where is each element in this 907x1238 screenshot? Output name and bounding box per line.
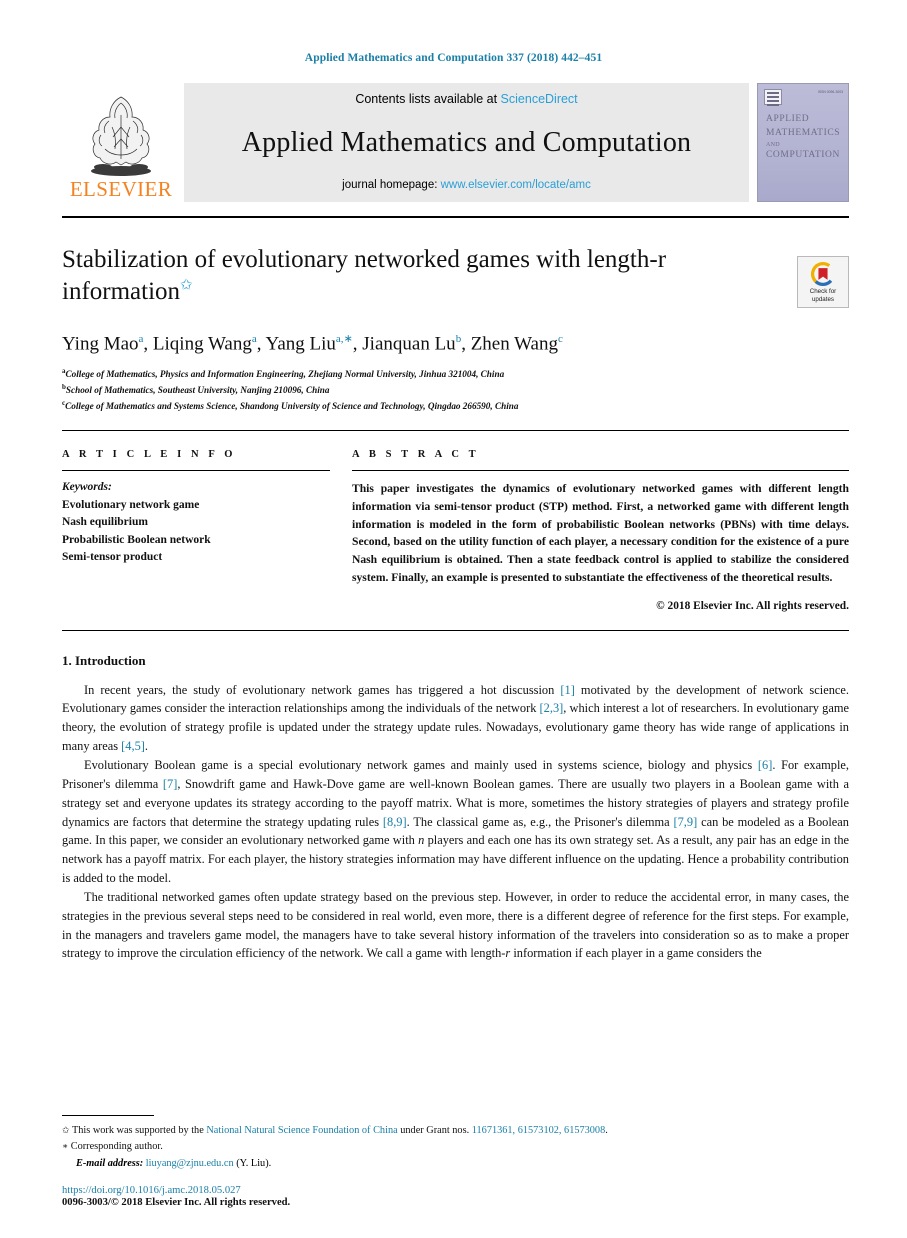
elsevier-tree-icon [91, 96, 151, 176]
cover-line-4: COMPUTATION [766, 150, 840, 161]
grant-numbers-link[interactable]: 11671361, 61573102, 61573008 [472, 1125, 605, 1136]
affiliation-item: bSchool of Mathematics, Southeast Univer… [62, 382, 849, 398]
cover-line-1: APPLIED [766, 114, 810, 124]
journal-title: Applied Mathematics and Computation [241, 126, 692, 158]
cover-line-2: MATHEMATICS [766, 127, 841, 138]
keyword-item: Probabilistic Boolean network [62, 533, 211, 546]
keyword-item: Semi-tensor product [62, 551, 163, 564]
contents-available-line: Contents lists available at ScienceDirec… [355, 92, 577, 106]
funding-footnote-mark: ✩ [62, 1124, 70, 1135]
crossmark-line-2: updates [811, 295, 834, 303]
section-heading-introduction: 1. Introduction [62, 652, 146, 668]
elsevier-logo: ELSEVIER [62, 83, 180, 202]
page-title: Stabilization of evolutionary networked … [62, 244, 722, 308]
funding-mid: under Grant nos. [397, 1124, 472, 1136]
elsevier-wordmark: ELSEVIER [69, 177, 173, 201]
title-text: Stabilization of evolutionary networked … [62, 246, 667, 305]
journal-homepage-link[interactable]: www.elsevier.com/locate/amc [441, 179, 591, 191]
abstract-heading: A B S T R A C T [352, 449, 480, 461]
body-paragraph: In recent years, the study of evolutiona… [62, 682, 849, 754]
paper-page: Applied Mathematics and Computation 337 … [0, 0, 907, 1238]
citation-ref[interactable]: [7] [163, 777, 177, 791]
footnote-area: ✩ This work was supported by the Nationa… [62, 1114, 849, 1208]
footnote-rule [62, 1114, 154, 1116]
info-abstract-row: A R T I C L E I N F O Keywords: Evolutio… [62, 449, 849, 612]
crossmark-line-1: Check for [809, 287, 837, 295]
citation-ref[interactable]: [7,9] [673, 815, 697, 829]
body-paragraph: The traditional networked games often up… [62, 889, 849, 961]
doi-link[interactable]: https://doi.org/10.1016/j.amc.2018.05.02… [62, 1185, 849, 1196]
journal-masthead: ELSEVIER Contents lists available at Sci… [62, 83, 849, 202]
keyword-item: Nash equilibrium [62, 516, 148, 529]
email-owner: (Y. Liu). [236, 1157, 272, 1169]
article-info-heading: A R T I C L E I N F O [62, 449, 237, 461]
email-label: E-mail address: [76, 1157, 144, 1169]
affiliation-text: College of Mathematics and Systems Scien… [65, 401, 519, 412]
funding-footnote: ✩ This work was supported by the Nationa… [62, 1123, 849, 1139]
affiliation-list: aCollege of Mathematics, Physics and Inf… [62, 366, 849, 414]
affiliation-item: cCollege of Mathematics and Systems Scie… [62, 398, 849, 414]
cover-title-text: APPLIED MATHEMATICS AND COMPUTATION [766, 113, 844, 163]
title-footnote-star[interactable]: ✩ [180, 278, 193, 294]
journal-cover-thumbnail: ISSN 0096-3003 APPLIED MATHEMATICS AND C… [757, 83, 849, 202]
author-list: Ying Maoa, Liqing Wanga, Yang Liua,∗, Ji… [62, 333, 563, 355]
affiliation-item: aCollege of Mathematics, Physics and Inf… [62, 366, 849, 382]
contents-prefix: Contents lists available at [355, 92, 501, 106]
email-footnote: E-mail address: liuyang@zjnu.edu.cn (Y. … [62, 1156, 849, 1172]
funding-prefix: This work was supported by the [71, 1124, 207, 1136]
citation-ref[interactable]: [4,5] [121, 739, 145, 753]
corresponding-author-text: Corresponding author. [70, 1141, 163, 1153]
citation-ref[interactable]: [8,9] [383, 815, 407, 829]
article-info-column: A R T I C L E I N F O Keywords: Evolutio… [62, 449, 330, 611]
journal-band: Contents lists available at ScienceDirec… [184, 83, 749, 202]
cover-publisher-badge-icon [764, 89, 782, 106]
keyword-item: Evolutionary network game [62, 498, 200, 511]
email-link[interactable]: liuyang@zjnu.edu.cn [146, 1158, 234, 1169]
running-head: Applied Mathematics and Computation 337 … [304, 52, 603, 64]
crossmark-icon [810, 261, 836, 286]
abstract-divider [62, 629, 849, 631]
citation-ref[interactable]: [1] [560, 683, 574, 697]
article-body: 1. Introduction In recent years, the stu… [62, 653, 849, 964]
corresponding-author-footnote: ∗ Corresponding author. [62, 1139, 849, 1155]
cover-line-3: AND [766, 141, 780, 148]
issn-copyright-line: 0096-3003/© 2018 Elsevier Inc. All right… [62, 1197, 291, 1208]
homepage-prefix: journal homepage: [342, 179, 441, 191]
citation-ref[interactable]: [2,3] [540, 701, 564, 715]
corresponding-author-mark: ∗ [62, 1141, 69, 1152]
affiliation-text: School of Mathematics, Southeast Univers… [65, 385, 330, 396]
article-info-rule [62, 470, 330, 472]
title-block: Stabilization of evolutionary networked … [62, 244, 849, 414]
abstract-copyright: © 2018 Elsevier Inc. All rights reserved… [656, 599, 849, 612]
funding-end: . [605, 1124, 608, 1136]
title-divider [62, 430, 849, 432]
crossmark-label: Check for updates [810, 288, 836, 304]
abstract-column: A B S T R A C T This paper investigates … [352, 449, 849, 612]
abstract-text: This paper investigates the dynamics of … [352, 482, 849, 584]
abstract-rule [352, 470, 849, 472]
affiliation-text: College of Mathematics, Physics and Info… [65, 369, 505, 380]
citation-ref[interactable]: [6] [758, 758, 772, 772]
journal-homepage-line: journal homepage: www.elsevier.com/locat… [342, 179, 591, 191]
funding-organization-link[interactable]: National Natural Science Foundation of C… [206, 1125, 397, 1136]
crossmark-badge[interactable]: Check for updates [797, 256, 849, 308]
body-paragraph: Evolutionary Boolean game is a special e… [62, 758, 850, 886]
cover-issn-text: ISSN 0096-3003 [817, 90, 843, 94]
sciencedirect-link[interactable]: ScienceDirect [501, 92, 578, 106]
keywords-label: Keywords: [62, 481, 112, 494]
masthead-divider [62, 216, 849, 218]
keywords-block: Keywords: Evolutionary network game Nash… [62, 479, 330, 566]
